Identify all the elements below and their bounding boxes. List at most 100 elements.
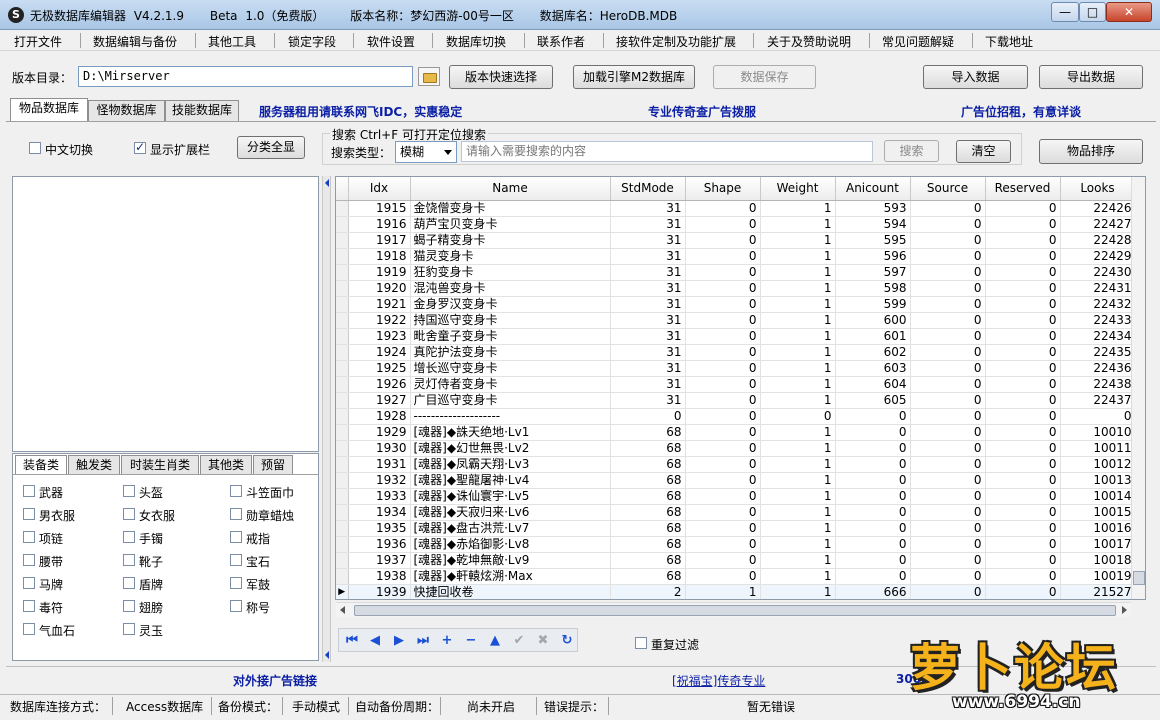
table-cell-shape[interactable]: 0 [685,552,761,569]
table-cell-anicount[interactable]: 598 [835,280,911,297]
table-cell-source[interactable]: 0 [910,456,986,473]
table-cell-reserved[interactable]: 0 [985,296,1061,313]
clear-button[interactable]: 清空 [956,140,1011,163]
menu-data-edit-backup[interactable]: 数据编辑与备份 [93,33,177,50]
table-cell-shape[interactable]: 0 [685,408,761,425]
row-indicator[interactable] [336,424,349,441]
table-cell-stdmode[interactable]: 31 [610,200,686,217]
edit-record-icon[interactable]: ▲ [486,633,504,649]
table-cell-reserved[interactable]: 0 [985,488,1061,505]
table-cell-idx[interactable]: 1920 [348,280,411,297]
table-cell-idx[interactable]: 1926 [348,376,411,393]
table-cell-reserved[interactable]: 0 [985,312,1061,329]
table-cell-looks[interactable]: 22437 [1060,392,1136,409]
maximize-button[interactable]: □ [1079,2,1106,22]
table-cell-anicount[interactable]: 604 [835,376,911,393]
search-input[interactable]: 请输入需要搜索的内容 [461,141,873,162]
table-cell-stdmode[interactable]: 2 [610,584,686,599]
table-cell-idx[interactable]: 1928 [348,408,411,425]
table-cell-weight[interactable]: 1 [760,200,836,217]
table-cell-name[interactable]: -------------------- [410,408,611,425]
table-cell-weight[interactable]: 1 [760,456,836,473]
table-cell-looks[interactable]: 21527 [1060,584,1136,599]
table-cell-anicount[interactable]: 0 [835,504,911,521]
table-cell-shape[interactable]: 0 [685,392,761,409]
table-cell-anicount[interactable]: 666 [835,584,911,599]
cat-tab-other[interactable]: 其他类 [200,455,252,475]
row-indicator[interactable] [336,536,349,553]
table-cell-stdmode[interactable]: 68 [610,536,686,553]
table-cell-source[interactable]: 0 [910,424,986,441]
table-cell-source[interactable]: 0 [910,552,986,569]
menu-settings[interactable]: 软件设置 [367,33,415,50]
table-cell-anicount[interactable]: 0 [835,456,911,473]
cat-tab-fashion-zodiac[interactable]: 时装生肖类 [121,455,199,475]
table-cell-weight[interactable]: 1 [760,232,836,249]
table-cell-stdmode[interactable]: 31 [610,376,686,393]
insert-record-icon[interactable]: + [438,633,456,649]
table-cell-weight[interactable]: 1 [760,328,836,345]
chinese-switch-checkbox[interactable] [29,142,41,154]
table-cell-name[interactable]: 真陀护法变身卡 [410,344,611,361]
table-cell-name[interactable]: [魂器]◆诛仙寰宇·Lv5 [410,488,611,505]
table-row[interactable]: 1929 [魂器]◆誅天绝地·Lv1 68 0 1 0 0 0 10010 [336,424,1136,441]
table-cell-idx[interactable]: 1935 [348,520,411,537]
table-cell-source[interactable]: 0 [910,360,986,377]
load-engine-db-button[interactable]: 加载引擎M2数据库 [573,65,695,89]
category-checkbox[interactable] [230,531,242,543]
table-cell-anicount[interactable]: 601 [835,328,911,345]
category-checkbox[interactable] [230,485,242,497]
table-cell-weight[interactable]: 1 [760,472,836,489]
table-cell-looks[interactable]: 22429 [1060,248,1136,265]
menu-db-switch[interactable]: 数据库切换 [446,33,506,50]
col-header-anicount[interactable]: Anicount [835,177,911,201]
table-cell-reserved[interactable]: 0 [985,264,1061,281]
quick-select-button[interactable]: 版本快速选择 [449,65,553,89]
table-row[interactable]: 1932 [魂器]◆聖龍屠神·Lv4 68 0 1 0 0 0 10013 [336,472,1136,489]
table-cell-stdmode[interactable]: 31 [610,248,686,265]
table-cell-idx[interactable]: 1933 [348,488,411,505]
table-cell-stdmode[interactable]: 31 [610,280,686,297]
table-cell-source[interactable]: 0 [910,328,986,345]
table-cell-looks[interactable]: 10012 [1060,456,1136,473]
table-cell-name[interactable]: 增长巡守变身卡 [410,360,611,377]
table-cell-looks[interactable]: 10018 [1060,552,1136,569]
cat-tab-equipment[interactable]: 装备类 [15,455,67,475]
row-indicator[interactable] [336,408,349,425]
row-indicator[interactable] [336,296,349,313]
table-cell-looks[interactable]: 10019 [1060,568,1136,585]
table-cell-shape[interactable]: 1 [685,584,761,599]
table-cell-reserved[interactable]: 0 [985,232,1061,249]
table-cell-looks[interactable]: 10014 [1060,488,1136,505]
table-cell-reserved[interactable]: 0 [985,408,1061,425]
table-cell-looks[interactable]: 22431 [1060,280,1136,297]
table-cell-name[interactable]: 猫灵变身卡 [410,248,611,265]
table-cell-reserved[interactable]: 0 [985,552,1061,569]
row-indicator[interactable] [336,216,349,233]
table-row[interactable]: 1916 葫芦宝贝变身卡 31 0 1 594 0 0 22427 [336,216,1136,233]
category-checkbox[interactable] [23,600,35,612]
row-indicator[interactable] [336,328,349,345]
table-cell-anicount[interactable]: 594 [835,216,911,233]
table-cell-shape[interactable]: 0 [685,536,761,553]
table-cell-looks[interactable]: 22435 [1060,344,1136,361]
table-cell-reserved[interactable]: 0 [985,248,1061,265]
menu-customization[interactable]: 接软件定制及功能扩展 [616,33,736,50]
table-cell-shape[interactable]: 0 [685,504,761,521]
table-cell-weight[interactable]: 1 [760,552,836,569]
menu-contact-author[interactable]: 联系作者 [537,33,585,50]
table-cell-reserved[interactable]: 0 [985,376,1061,393]
table-cell-name[interactable]: [魂器]◆幻世無畏·Lv2 [410,440,611,457]
table-cell-name[interactable]: 快捷回收卷 [410,584,611,599]
minimize-button[interactable]: — [1051,2,1079,22]
table-cell-name[interactable]: 广目巡守变身卡 [410,392,611,409]
menu-about-sponsor[interactable]: 关于及赞助说明 [767,33,851,50]
scroll-thumb[interactable] [354,605,1116,616]
table-cell-stdmode[interactable]: 31 [610,232,686,249]
table-cell-looks[interactable]: 22427 [1060,216,1136,233]
table-cell-idx[interactable]: 1932 [348,472,411,489]
table-cell-name[interactable]: 持国巡守变身卡 [410,312,611,329]
row-indicator[interactable] [336,280,349,297]
table-cell-idx[interactable]: 1916 [348,216,411,233]
table-cell-weight[interactable]: 1 [760,360,836,377]
